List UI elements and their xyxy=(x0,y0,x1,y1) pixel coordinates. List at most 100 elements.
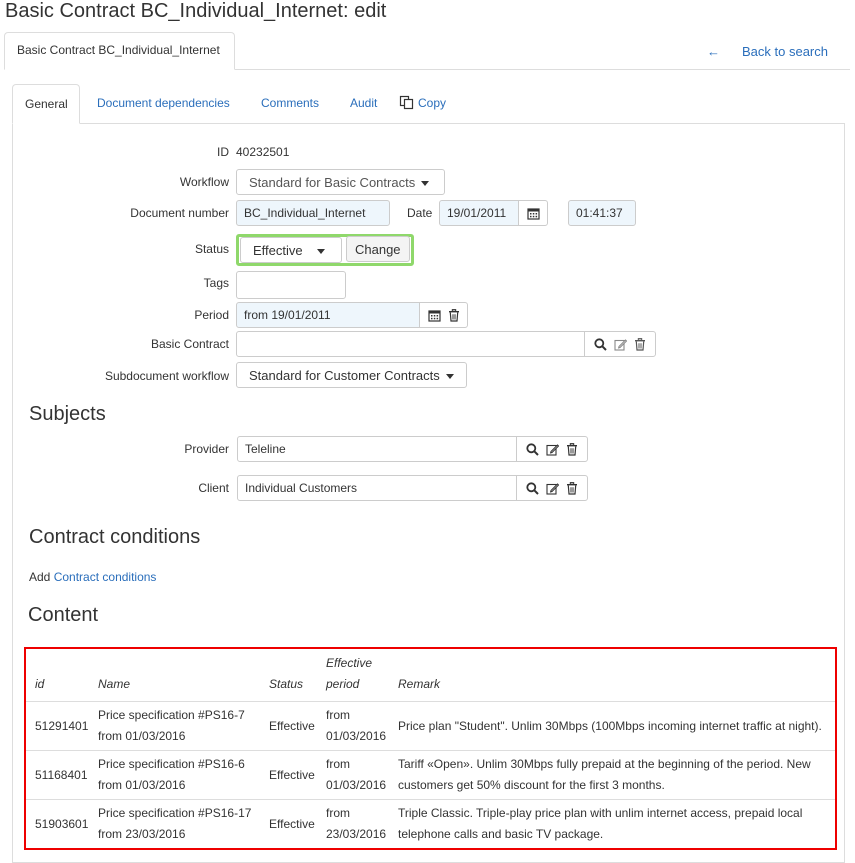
workflow-select[interactable]: Standard for Basic Contracts xyxy=(236,169,445,195)
row-period: from 01/03/2016 xyxy=(326,701,398,751)
add-contract-conditions-link[interactable]: Contract conditions xyxy=(54,570,157,584)
row-remark-line1: Triple Classic. Triple-play price plan w… xyxy=(398,806,803,820)
provider-label: Provider xyxy=(184,442,229,456)
table-row[interactable]: 51168401 Price specification #PS16-6 from… xyxy=(26,750,835,800)
tab-audit[interactable]: Audit xyxy=(350,96,377,110)
subdocument-workflow-value: Standard for Customer Contracts xyxy=(249,368,440,383)
edit-icon[interactable] xyxy=(614,338,627,351)
change-button[interactable]: Change xyxy=(346,236,410,262)
row-status: Effective xyxy=(269,799,326,848)
search-icon[interactable] xyxy=(526,481,539,495)
tab-document-label: Basic Contract BC_Individual_Internet xyxy=(17,43,220,57)
id-value: 40232501 xyxy=(236,145,290,159)
table-row[interactable]: 51291401 Price specification #PS16-7 from… xyxy=(26,701,835,751)
time-field[interactable]: 01:41:37 xyxy=(568,200,636,226)
edit-icon[interactable] xyxy=(546,482,559,495)
row-name: Price specification #PS16-17 from 23/03/2… xyxy=(98,799,269,848)
column-header-period-line1: Effective xyxy=(326,656,373,670)
column-header-name: Name xyxy=(98,677,131,691)
provider-actions xyxy=(516,436,588,462)
date-picker-button[interactable] xyxy=(518,200,548,226)
subdocument-workflow-select[interactable]: Standard for Customer Contracts xyxy=(236,362,467,388)
client-label: Client xyxy=(198,481,229,495)
chevron-down-icon xyxy=(445,374,454,380)
copy-label: Copy xyxy=(418,95,447,110)
back-to-search-label: Back to search xyxy=(742,44,828,59)
content-table: id Name Status Effective period Remark 51… xyxy=(26,649,835,848)
document-number-field[interactable]: BC_Individual_Internet xyxy=(236,200,390,226)
tab-document-dependencies[interactable]: Document dependencies xyxy=(97,96,230,110)
row-id: 51168401 xyxy=(26,750,98,800)
tab-comments[interactable]: Comments xyxy=(261,96,319,110)
chevron-down-icon xyxy=(421,181,430,187)
tags-input[interactable] xyxy=(236,271,346,299)
row-name: Price specification #PS16-7 from 01/03/20… xyxy=(98,701,269,751)
client-actions xyxy=(516,475,588,501)
row-status: Effective xyxy=(269,750,326,800)
calendar-icon[interactable] xyxy=(427,309,441,322)
tags-label: Tags xyxy=(203,276,229,290)
trash-icon[interactable] xyxy=(634,337,646,351)
row-period-line1: from xyxy=(326,806,350,820)
provider-field[interactable]: Teleline xyxy=(237,436,517,462)
subjects-title: Subjects xyxy=(29,403,106,425)
status-value: Effective xyxy=(253,243,303,258)
period-label: Period xyxy=(194,308,229,322)
row-period-line2: 01/03/2016 xyxy=(326,729,387,743)
subdocument-workflow-label: Subdocument workflow xyxy=(104,369,229,383)
back-to-search-link[interactable]: ← Back to search xyxy=(707,44,828,59)
tab-general-label: General xyxy=(25,97,68,111)
column-header-period-line2: period xyxy=(326,677,360,691)
row-period: from 01/03/2016 xyxy=(326,750,398,800)
trash-icon[interactable] xyxy=(566,442,578,456)
table-header-row: id Name Status Effective period Remark xyxy=(26,649,835,702)
search-icon[interactable] xyxy=(594,337,607,351)
row-period-line2: 23/03/2016 xyxy=(326,827,387,841)
status-select[interactable]: Effective xyxy=(240,237,342,263)
copy-icon xyxy=(399,95,414,110)
row-status: Effective xyxy=(269,701,326,751)
date-label: Date xyxy=(407,206,433,220)
basic-contract-actions xyxy=(584,331,656,357)
row-remark-line2: customers get 50% discount for the first… xyxy=(398,778,665,792)
calendar-icon xyxy=(526,207,540,220)
search-icon[interactable] xyxy=(526,442,539,456)
column-header-period: Effective period xyxy=(326,649,398,702)
row-remark-line2: telephone calls and basic TV package. xyxy=(398,827,604,841)
page-title: Basic Contract BC_Individual_Internet: e… xyxy=(5,0,387,22)
content-title: Content xyxy=(28,604,99,626)
copy-link[interactable]: Copy xyxy=(399,95,446,110)
document-number-label: Document number xyxy=(130,206,229,220)
row-name-line1: Price specification #PS16-17 xyxy=(98,806,252,820)
row-remark: Tariff «Open». Unlim 30Mbps fully prepai… xyxy=(398,750,835,800)
row-remark-line1: Price plan "Student". Unlim 30Mbps (100M… xyxy=(398,718,822,733)
row-remark-line1: Tariff «Open». Unlim 30Mbps fully prepai… xyxy=(398,757,811,771)
edit-icon[interactable] xyxy=(546,443,559,456)
date-field[interactable]: 19/01/2011 xyxy=(439,200,519,226)
chevron-down-icon xyxy=(316,249,325,255)
trash-icon[interactable] xyxy=(566,481,578,495)
row-name-line2: from 01/03/2016 xyxy=(98,778,186,792)
arrow-left-icon: ← xyxy=(707,44,720,59)
row-period-line1: from xyxy=(326,757,350,771)
add-conditions-row: Add Contract conditions xyxy=(29,570,156,584)
row-name: Price specification #PS16-6 from 01/03/20… xyxy=(98,750,269,800)
basic-contract-field[interactable] xyxy=(236,331,585,357)
contract-conditions-title: Contract conditions xyxy=(29,526,201,548)
row-name-line2: from 01/03/2016 xyxy=(98,729,186,743)
period-field[interactable]: from 19/01/2011 xyxy=(236,302,420,328)
row-remark: Price plan "Student". Unlim 30Mbps (100M… xyxy=(398,701,835,751)
row-period: from 23/03/2016 xyxy=(326,799,398,848)
id-label: ID xyxy=(217,145,229,159)
table-row[interactable]: 51903601 Price specification #PS16-17 fro… xyxy=(26,799,835,848)
row-name-line1: Price specification #PS16-6 xyxy=(98,757,245,771)
column-header-id: id xyxy=(35,677,45,691)
tab-general[interactable]: General xyxy=(12,84,80,124)
row-id: 51903601 xyxy=(26,799,98,848)
row-id: 51291401 xyxy=(26,701,98,751)
row-name-line2: from 23/03/2016 xyxy=(98,827,186,841)
status-label: Status xyxy=(194,242,229,256)
client-field[interactable]: Individual Customers xyxy=(237,475,517,501)
trash-icon[interactable] xyxy=(448,308,460,322)
tab-document[interactable]: Basic Contract BC_Individual_Internet xyxy=(4,32,235,70)
